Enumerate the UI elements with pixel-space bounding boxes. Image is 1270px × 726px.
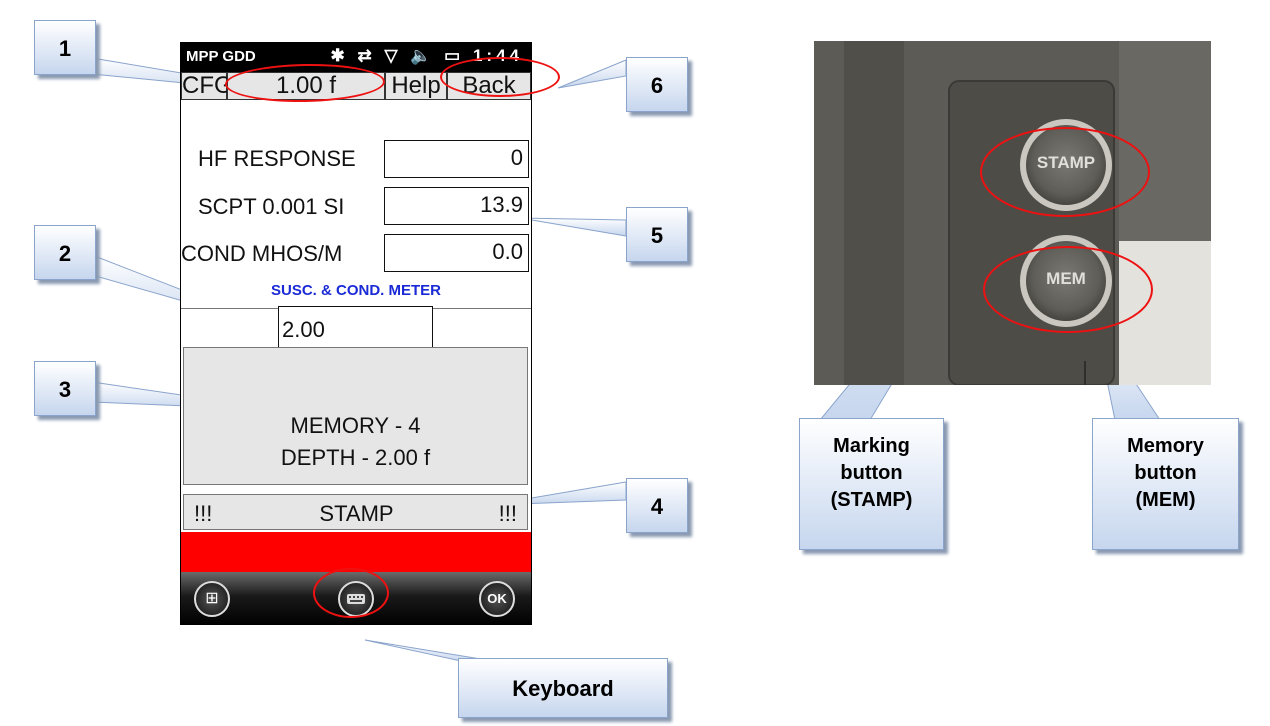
help-button[interactable]: Help — [385, 72, 447, 100]
device-screen: MPP GDD ✱ ⇄ ▽ 🔈 ▭ 1:44 CFG 1.00 f Help B… — [180, 42, 532, 625]
depth-readout: DEPTH - 2.00 f — [280, 445, 431, 470]
stamp-button[interactable]: !!! STAMP !!! — [183, 494, 528, 530]
status-icons-glyphs: ✱ ⇄ ▽ 🔈 ▭ — [330, 46, 465, 65]
hf-response-value: 0 — [384, 140, 529, 178]
meter-title: SUSC. & COND. METER — [270, 282, 441, 299]
highlight-back — [440, 57, 560, 97]
memory-panel: MEMORY - 4 DEPTH - 2.00 f — [183, 347, 528, 485]
callout-6: 6 — [626, 57, 688, 112]
ok-button[interactable]: OK — [479, 581, 515, 617]
stamp-right-marks: !!! — [498, 501, 517, 526]
scpt-label: SCPT 0.001 SI — [198, 194, 345, 219]
callout-memory-button: Memory button (MEM) — [1092, 418, 1239, 550]
memory-count: MEMORY - 4 — [290, 413, 421, 438]
callout-2: 2 — [34, 225, 96, 280]
stamp-label: STAMP — [319, 501, 394, 526]
windows-logo-icon: ⊞ — [205, 590, 219, 607]
alert-bar — [181, 532, 531, 572]
highlight-keyboard — [313, 568, 389, 618]
callout-marking-button: Marking button (STAMP) — [799, 418, 944, 550]
cond-label: COND MHOS/M — [181, 241, 343, 266]
windows-start-button[interactable]: ⊞ — [194, 581, 230, 617]
device-keypad-illustration — [814, 41, 1211, 385]
cfg-button[interactable]: CFG — [181, 72, 233, 100]
device-photo: STAMP MEM — [814, 41, 1211, 385]
highlight-stamp-button — [980, 127, 1150, 217]
callout-1: 1 — [34, 20, 96, 75]
callout-4: 4 — [626, 478, 688, 533]
scpt-value: 13.9 — [384, 187, 529, 225]
callout-keyboard: Keyboard — [458, 658, 668, 718]
callout-5: 5 — [626, 207, 688, 262]
cond-value: 0.0 — [384, 234, 529, 272]
highlight-mem-button — [983, 246, 1153, 333]
pointer-6 — [557, 59, 627, 89]
hf-response-label: HF RESPONSE — [198, 146, 356, 171]
callout-3: 3 — [34, 361, 96, 416]
pointer-5 — [519, 217, 627, 237]
app-name: MPP GDD — [186, 48, 256, 65]
